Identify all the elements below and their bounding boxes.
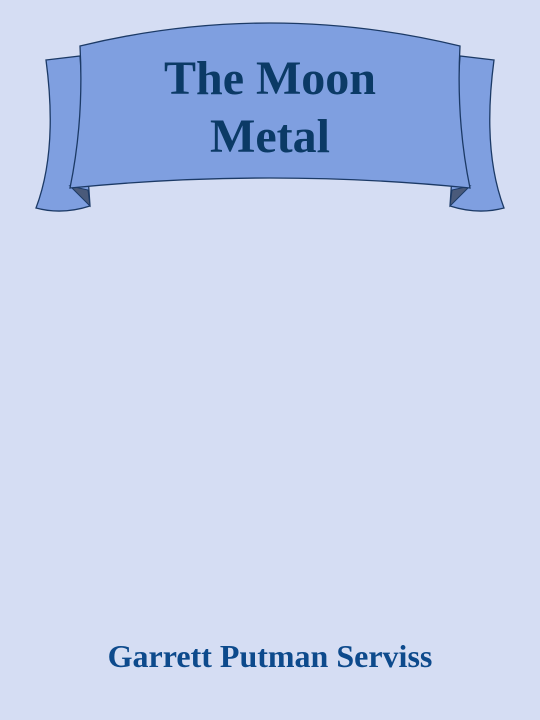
book-title-line-1: The Moon xyxy=(163,52,376,105)
book-cover: The Moon Metal Garrett Putman Serviss xyxy=(0,0,540,720)
book-title: The Moon Metal xyxy=(90,50,450,166)
book-author: Garrett Putman Serviss xyxy=(107,638,433,674)
book-title-line-2: Metal xyxy=(210,110,330,163)
